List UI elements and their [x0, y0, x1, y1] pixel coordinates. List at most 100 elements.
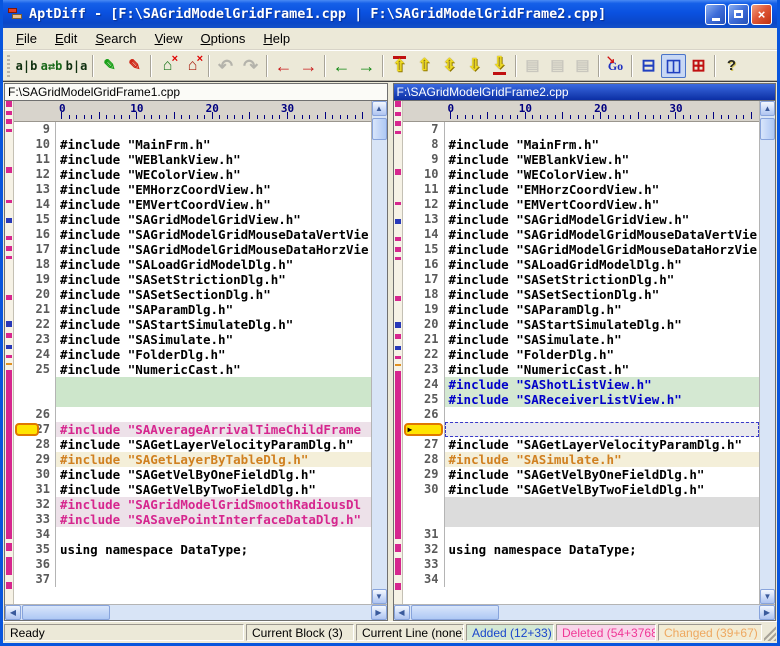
line-number[interactable]: 13: [403, 212, 445, 227]
redo-button[interactable]: ↷: [238, 54, 263, 78]
menu-help[interactable]: Help: [254, 29, 299, 48]
line-number[interactable]: 28: [14, 437, 56, 452]
line-number[interactable]: 7: [403, 122, 445, 137]
code-text[interactable]: [445, 122, 760, 137]
code-text[interactable]: #include "SASimulate.h": [445, 452, 760, 467]
code-text[interactable]: using namespace DataType;: [56, 542, 371, 557]
line-number[interactable]: 34: [403, 572, 445, 587]
code-text[interactable]: #include "WEBlankView.h": [445, 152, 760, 167]
line-number[interactable]: 25: [14, 362, 56, 377]
line-number[interactable]: 11: [14, 152, 56, 167]
line-number[interactable]: [14, 377, 56, 392]
help-button[interactable]: ?: [719, 54, 744, 78]
code-text[interactable]: #include "SAGridModelGridMouseDataVertVi…: [445, 227, 760, 242]
code-text[interactable]: #include "EMHorzCoordView.h": [56, 182, 371, 197]
line-number[interactable]: 17: [14, 242, 56, 257]
line-number[interactable]: 16: [403, 257, 445, 272]
scroll-thumb[interactable]: [22, 605, 110, 620]
close-button[interactable]: ×: [751, 4, 772, 25]
line-number[interactable]: 10: [403, 167, 445, 182]
code-text[interactable]: #include "SAGridModelGridMouseDataVertVi…: [56, 227, 371, 242]
code-text[interactable]: [445, 527, 760, 542]
code-text[interactable]: #include "SAGridModelGridView.h": [445, 212, 760, 227]
line-number[interactable]: 33: [14, 512, 56, 527]
code-text[interactable]: [445, 572, 760, 587]
menu-view[interactable]: View: [146, 29, 192, 48]
line-number[interactable]: 26: [14, 407, 56, 422]
save-all-button[interactable]: ▤: [570, 54, 595, 78]
code-text[interactable]: [56, 392, 371, 407]
previous-difference-button[interactable]: ⇧: [412, 54, 437, 78]
line-number[interactable]: 21: [14, 302, 56, 317]
close-left-file-button[interactable]: ⌂: [155, 54, 180, 78]
line-number[interactable]: 29: [403, 467, 445, 482]
code-text[interactable]: #include "SASetSectionDlg.h": [445, 287, 760, 302]
line-number[interactable]: 13: [14, 182, 56, 197]
scroll-left-button[interactable]: ◀: [394, 605, 410, 620]
scroll-thumb[interactable]: [411, 605, 499, 620]
code-text[interactable]: #include "SAGetVelByTwoFieldDlg.h": [56, 482, 371, 497]
code-text[interactable]: #include "SASetStrictionDlg.h": [56, 272, 371, 287]
copy-to-right-button[interactable]: →: [354, 54, 379, 78]
code-text[interactable]: #include "EMVertCoordView.h": [445, 197, 760, 212]
code-text[interactable]: [445, 557, 760, 572]
code-text[interactable]: [445, 497, 760, 512]
line-number[interactable]: 14: [403, 227, 445, 242]
code-text[interactable]: #include "SASimulate.h": [56, 332, 371, 347]
line-number[interactable]: 15: [403, 242, 445, 257]
scroll-down-button[interactable]: ▼: [372, 589, 387, 604]
code-text[interactable]: [445, 407, 760, 422]
line-number[interactable]: 20: [14, 287, 56, 302]
menu-search[interactable]: Search: [86, 29, 145, 48]
code-text[interactable]: #include "SAGridModelGridSmoothRadiousDl: [56, 497, 371, 512]
code-text[interactable]: #include "SAAverageArrivalTimeChildFrame: [56, 422, 371, 437]
line-number[interactable]: 28: [403, 452, 445, 467]
previous-change-button[interactable]: ←: [271, 54, 296, 78]
maximize-button[interactable]: [728, 4, 749, 25]
line-number[interactable]: 32: [14, 497, 56, 512]
line-number[interactable]: 30: [403, 482, 445, 497]
scroll-track[interactable]: [21, 605, 371, 620]
line-number[interactable]: 32: [403, 542, 445, 557]
line-number[interactable]: 15: [14, 212, 56, 227]
line-number[interactable]: 27: [403, 437, 445, 452]
merge-view-button[interactable]: ⊞: [686, 54, 711, 78]
code-text[interactable]: [56, 122, 371, 137]
line-number[interactable]: 12: [14, 167, 56, 182]
line-number[interactable]: 37: [14, 572, 56, 587]
line-number[interactable]: 30: [14, 467, 56, 482]
code-text[interactable]: #include "SAStartSimulateDlg.h": [445, 317, 760, 332]
code-text[interactable]: #include "SASetStrictionDlg.h": [445, 272, 760, 287]
code-text[interactable]: #include "SAGetVelByOneFieldDlg.h": [445, 467, 760, 482]
line-number[interactable]: 11: [403, 182, 445, 197]
code-text[interactable]: #include "NumericCast.h": [445, 362, 760, 377]
line-number[interactable]: 9: [14, 122, 56, 137]
line-number[interactable]: 22: [403, 347, 445, 362]
code-text[interactable]: [56, 572, 371, 587]
code-text[interactable]: #include "SALoadGridModelDlg.h": [56, 257, 371, 272]
line-number[interactable]: 10: [14, 137, 56, 152]
line-number[interactable]: 20: [403, 317, 445, 332]
menu-options[interactable]: Options: [192, 29, 255, 48]
code-text[interactable]: #include "SAGridModelGridMouseDataHorzVi…: [56, 242, 371, 257]
line-number[interactable]: 36: [14, 557, 56, 572]
line-number[interactable]: 9: [403, 152, 445, 167]
code-text[interactable]: #include "SAGetLayerVelocityParamDlg.h": [445, 437, 760, 452]
code-text[interactable]: #include "MainFrm.h": [56, 137, 371, 152]
line-number[interactable]: 35: [14, 542, 56, 557]
menu-file[interactable]: File: [7, 29, 46, 48]
copy-to-left-button[interactable]: ←: [329, 54, 354, 78]
line-number[interactable]: 34: [14, 527, 56, 542]
scroll-left-button[interactable]: ◀: [5, 605, 21, 620]
code-text[interactable]: #include "SAGetLayerByTableDlg.h": [56, 452, 371, 467]
line-number[interactable]: 24: [14, 347, 56, 362]
code-text[interactable]: #include "WEBlankView.h": [56, 152, 371, 167]
code-text[interactable]: #include "SASetSectionDlg.h": [56, 287, 371, 302]
line-number[interactable]: 25: [403, 392, 445, 407]
current-difference-button[interactable]: ⇳: [437, 54, 462, 78]
code-text[interactable]: #include "SAGridModelGridMouseDataHorzVi…: [445, 242, 760, 257]
line-number[interactable]: 24: [403, 377, 445, 392]
line-number[interactable]: 18: [403, 287, 445, 302]
swap-sides-button[interactable]: b|a: [64, 54, 89, 78]
line-number[interactable]: [14, 392, 56, 407]
